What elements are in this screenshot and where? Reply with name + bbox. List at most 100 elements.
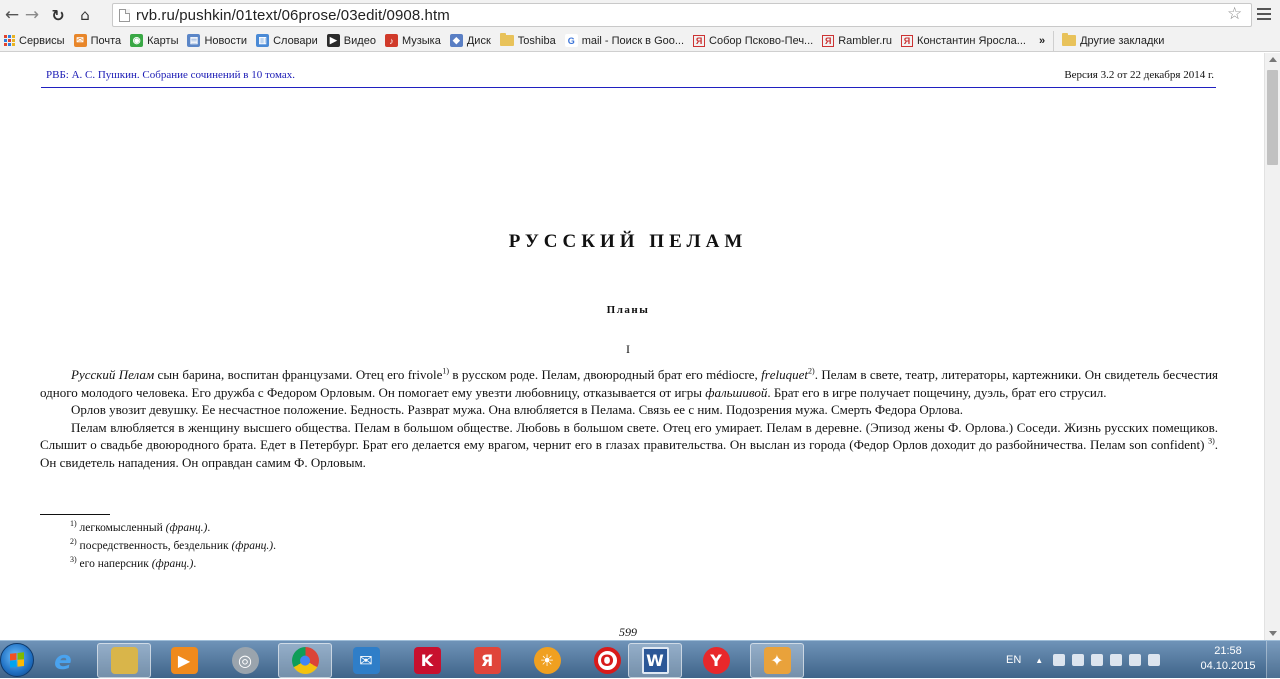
bookmark-item[interactable]: ▥ Словари <box>252 31 323 51</box>
taskbar-opera-button[interactable]: O <box>580 643 634 678</box>
reload-button[interactable]: ↻ <box>48 4 68 26</box>
text: Пелам влюбляется в женщину высшего общес… <box>40 419 1218 453</box>
bookmark-label: Rambler.ru <box>838 34 893 47</box>
taskbar-mail-app-button[interactable]: ✉ <box>339 643 393 678</box>
device-icon[interactable] <box>1129 654 1142 666</box>
paragraph-1: Русский Пелам сын барина, воспитан франц… <box>40 366 1218 401</box>
bookmark-label: Toshiba <box>517 34 556 47</box>
folder-icon <box>1062 33 1077 46</box>
taskbar-internet-explorer-button[interactable]: e <box>36 643 90 678</box>
taskbar-yandex-browser-button[interactable]: Y <box>689 643 743 678</box>
url-text[interactable]: rvb.ru/pushkin/01text/06prose/03edit/090… <box>136 7 450 24</box>
language-indicator[interactable]: EN <box>1006 654 1021 666</box>
paint-icon: ✦ <box>763 647 791 674</box>
mail-icon: ✉ <box>352 647 380 674</box>
taskbar-file-explorer-button[interactable] <box>97 643 151 678</box>
google-icon: G <box>564 34 578 47</box>
yandex-icon: Я <box>822 34 835 47</box>
text-em: frеluquet <box>761 367 809 382</box>
bookmark-item[interactable]: Gmail - Поиск в Goo... <box>561 31 689 51</box>
bookmark-label: Словари <box>273 34 318 47</box>
footnote-number: 2) <box>70 537 77 547</box>
taskbar-sun-app-button[interactable]: ☀ <box>520 643 574 678</box>
network-icon[interactable] <box>1053 654 1066 666</box>
apps-icon <box>4 35 15 46</box>
bookmark-star-icon[interactable]: ☆ <box>1227 4 1242 24</box>
bookmark-item[interactable]: Я Собор Псково-Печ... <box>689 31 818 51</box>
other-bookmarks-label: Другие закладки <box>1080 34 1165 47</box>
bookmarks-more-button[interactable]: » <box>1039 35 1045 47</box>
security-icon[interactable] <box>1072 654 1085 666</box>
browser-toolbar: ← → ↻ ⌂ rvb.ru/pushkin/01text/06prose/03… <box>0 0 1280 30</box>
volume-icon[interactable] <box>1091 654 1104 666</box>
clock[interactable]: 21:58 04.10.2015 <box>1198 644 1258 674</box>
taskbar-yandex-app-button[interactable]: Я <box>460 643 514 678</box>
footnote-divider <box>40 514 110 515</box>
folder-icon <box>110 647 138 674</box>
footnote-end: . <box>193 558 197 570</box>
bookmark-item[interactable]: Сервисы <box>0 31 70 51</box>
address-bar[interactable]: rvb.ru/pushkin/01text/06prose/03edit/090… <box>112 3 1252 27</box>
start-button[interactable] <box>0 643 34 677</box>
disk-icon: ◆ <box>449 34 463 47</box>
word-icon: W <box>641 647 669 674</box>
footnotes: 1) легкомысленный (франц.). 2) посредстве… <box>70 519 276 573</box>
vertical-scrollbar[interactable] <box>1264 53 1280 640</box>
tray-expand-icon[interactable]: ▲ <box>1035 656 1043 665</box>
other-bookmarks-button[interactable]: Другие закладки <box>1053 30 1169 51</box>
scroll-up-arrow-icon[interactable] <box>1269 57 1277 62</box>
bookmark-item[interactable]: Я Константин Яросла... <box>897 31 1031 51</box>
bookmark-label: Константин Яросла... <box>917 34 1026 47</box>
bookmark-item[interactable]: ▤ Новости <box>183 31 252 51</box>
body-text: Русский Пелам сын барина, воспитан франц… <box>40 366 1218 471</box>
bookmark-label: Собор Псково-Печ... <box>709 34 814 47</box>
taskbar-kaspersky-button[interactable]: K <box>400 643 454 678</box>
header-source-link[interactable]: РВБ: А. С. Пушкин. Собрание сочинений в … <box>46 69 295 81</box>
back-button[interactable]: ← <box>2 4 22 26</box>
footnote-lang-note: (франц.) <box>151 558 194 570</box>
bookmark-item[interactable]: Я Rambler.ru <box>818 31 897 51</box>
footnote-ref-2[interactable]: 2) <box>808 367 815 376</box>
bookmark-label: Почта <box>90 34 122 47</box>
video-icon: ▶ <box>326 34 340 47</box>
footnote-text: легкомысленный <box>76 522 166 534</box>
scroll-thumb[interactable] <box>1267 70 1278 165</box>
taskbar-disc-app-button[interactable]: ◎ <box>218 643 272 678</box>
yandex-icon: Я <box>473 647 501 674</box>
footnote-lang-note: (франц.) <box>165 522 208 534</box>
paragraph-3: Пелам влюбляется в женщину высшего общес… <box>40 419 1218 472</box>
folder-icon <box>499 33 514 46</box>
scroll-down-arrow-icon[interactable] <box>1269 631 1277 636</box>
opera-icon: O <box>593 647 621 674</box>
page-number: 599 <box>619 625 637 639</box>
chrome-menu-icon[interactable] <box>1257 5 1271 23</box>
taskbar-chrome-button[interactable]: ● <box>278 643 332 678</box>
bookmark-item[interactable]: ✉ Почта <box>70 31 127 51</box>
battery-icon[interactable] <box>1110 654 1123 666</box>
action-center-icon[interactable] <box>1148 654 1161 666</box>
windows-logo-icon <box>10 652 24 668</box>
maps-icon: ◉ <box>130 34 144 47</box>
footnote: 2) посредственность, бездельник (франц.)… <box>70 537 276 555</box>
forward-button[interactable]: → <box>22 4 42 26</box>
footnote-end: . <box>273 540 276 552</box>
clock-time: 21:58 <box>1214 645 1242 657</box>
page-content: РВБ: А. С. Пушкин. Собрание сочинений в … <box>0 53 1264 640</box>
bookmark-item[interactable]: ◉ Карты <box>126 31 183 51</box>
bookmark-item[interactable]: ♪ Музыка <box>381 31 446 51</box>
home-button[interactable]: ⌂ <box>75 4 95 26</box>
bookmark-item[interactable]: ◆ Диск <box>446 31 496 51</box>
paragraph-2: Орлов увозит девушку. Ее несчастное поло… <box>71 402 964 417</box>
footnote-lang-note: (франц.) <box>231 540 274 552</box>
taskbar-media-player-button[interactable]: ▶ <box>157 643 211 678</box>
show-desktop-button[interactable] <box>1266 641 1280 679</box>
bookmark-label: Диск <box>466 34 491 47</box>
bookmark-item[interactable]: ▶ Видео <box>323 31 381 51</box>
clock-date: 04.10.2015 <box>1200 660 1256 672</box>
bookmark-item[interactable]: Toshiba <box>496 31 561 51</box>
taskbar-paint-app-button[interactable]: ✦ <box>750 643 804 678</box>
music-icon: ♪ <box>384 34 398 47</box>
taskbar-word-button[interactable]: W <box>628 643 682 678</box>
dictionary-icon: ▥ <box>256 34 270 47</box>
footnote-ref-3[interactable]: 3) <box>1208 437 1215 446</box>
